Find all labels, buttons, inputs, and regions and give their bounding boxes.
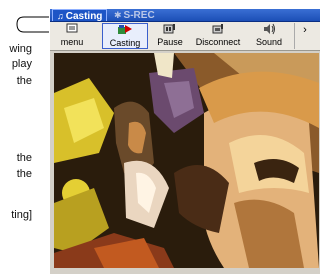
tab-casting-label: Casting	[65, 11, 103, 22]
pause-icon	[151, 23, 189, 37]
more-button[interactable]: ›	[294, 23, 315, 49]
cast-play-icon	[103, 24, 147, 38]
casting-tab-icon: ♫	[57, 11, 64, 21]
tab-s-rec-label: S-REC	[123, 10, 155, 21]
disconnect-icon	[193, 23, 243, 37]
sound-button[interactable]: Sound	[248, 23, 290, 49]
title-bar: ♫ Casting ✱ S-REC	[50, 9, 320, 22]
tab-s-rec[interactable]: ✱ S-REC	[110, 9, 159, 21]
more-icon: ›	[303, 24, 307, 36]
menu-icon	[50, 23, 94, 37]
disconnect-button[interactable]: Disconnect	[193, 23, 243, 49]
rec-tab-icon: ✱	[114, 10, 122, 20]
video-frame-image	[54, 53, 319, 268]
toolbar: menu Casting Pause Disconnect Sound ›	[50, 22, 320, 51]
casting-button[interactable]: Casting	[102, 23, 148, 49]
menu-label: menu	[60, 37, 84, 47]
tab-casting[interactable]: ♫ Casting	[52, 9, 108, 22]
sound-label: Sound	[255, 37, 283, 47]
disconnect-label: Disconnect	[195, 37, 241, 47]
casting-window: ♫ Casting ✱ S-REC menu Casting Pause Dis…	[49, 9, 320, 274]
menu-button[interactable]: menu	[50, 23, 94, 49]
casting-label: Casting	[109, 38, 141, 48]
speaker-icon	[248, 23, 290, 37]
pause-label: Pause	[157, 37, 183, 47]
video-viewport	[54, 53, 319, 268]
pause-button[interactable]: Pause	[151, 23, 189, 49]
